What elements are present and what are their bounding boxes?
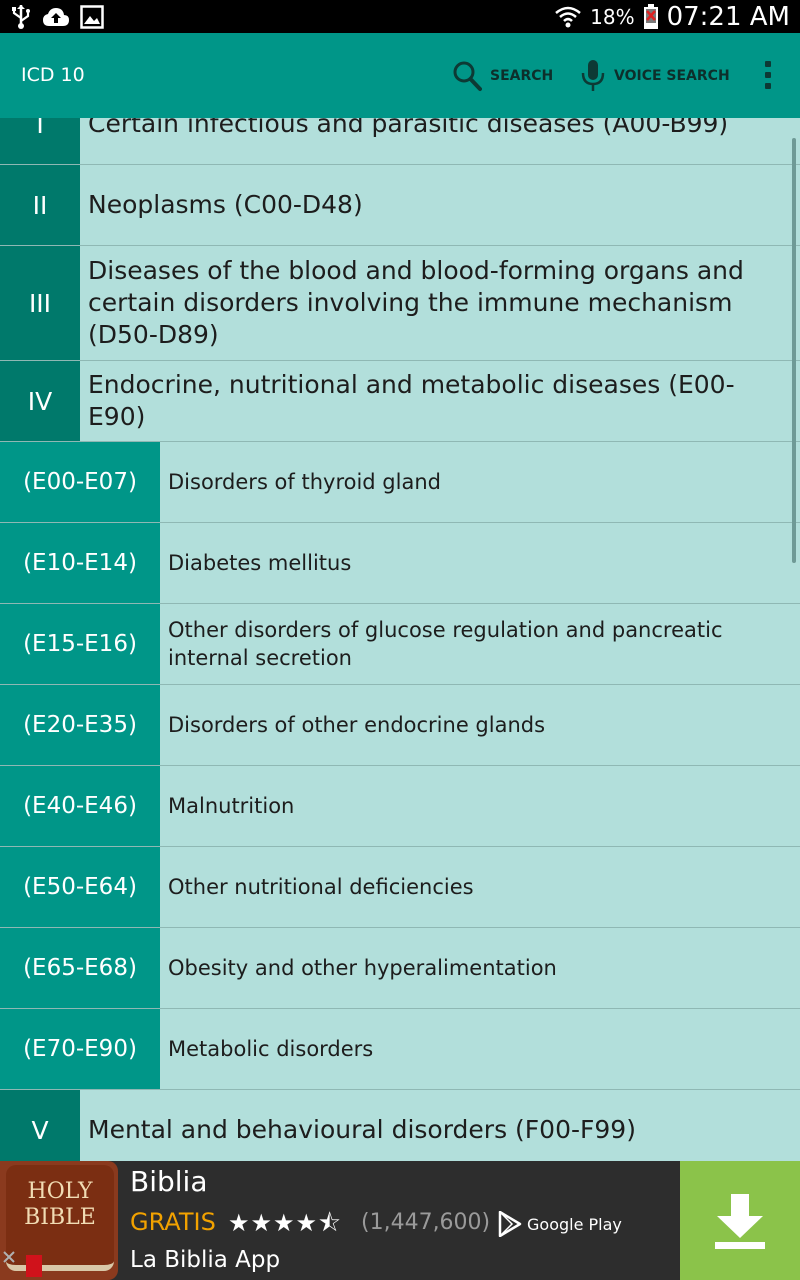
ad-app-icon[interactable]: HOLY BIBLE xyxy=(0,1161,118,1280)
chapter-row[interactable]: II Neoplasms (C00-D48) xyxy=(0,165,800,246)
google-play-icon xyxy=(498,1211,522,1237)
block-row[interactable]: (E65-E68) Obesity and other hyperalimenta… xyxy=(0,928,800,1009)
ad-app-name[interactable]: Biblia xyxy=(130,1165,207,1198)
cloud-upload-icon xyxy=(43,8,69,26)
download-icon xyxy=(715,1193,765,1249)
status-bar: 18% 07:21 AM xyxy=(0,0,800,33)
block-title: Disorders of other endocrine glands xyxy=(168,713,546,737)
block-title: Disorders of thyroid gland xyxy=(168,470,441,494)
block-code-range: (E15-E16) xyxy=(0,604,160,684)
block-code-range: (E50-E64) xyxy=(0,847,160,927)
block-row[interactable]: (E00-E07) Disorders of thyroid gland xyxy=(0,442,800,523)
chapter-title: Diseases of the blood and blood-forming … xyxy=(88,256,744,349)
block-title: Diabetes mellitus xyxy=(168,551,352,575)
block-code-range: (E00-E07) xyxy=(0,442,160,522)
wifi-icon xyxy=(555,6,581,27)
block-row[interactable]: (E15-E16) Other disorders of glucose regu… xyxy=(0,604,800,685)
block-code-range: (E40-E46) xyxy=(0,766,160,846)
bookmark-ribbon-icon xyxy=(26,1255,42,1277)
chapter-row[interactable]: I Certain infectious and parasitic diseas… xyxy=(0,118,800,165)
bible-book-icon: HOLY BIBLE xyxy=(6,1165,114,1277)
ad-download-button[interactable] xyxy=(680,1161,800,1280)
overflow-menu-icon[interactable] xyxy=(756,61,780,91)
chapter-title: Neoplasms (C00-D48) xyxy=(88,190,363,219)
block-row[interactable]: (E70-E90) Metabolic disorders xyxy=(0,1009,800,1090)
chapter-title: Certain infectious and parasitic disease… xyxy=(88,118,729,138)
battery-icon xyxy=(643,3,658,29)
block-title: Malnutrition xyxy=(168,794,295,818)
rating-stars-icon: ★★★★⯪ xyxy=(228,1209,342,1237)
block-code-range: (E20-E35) xyxy=(0,685,160,765)
block-row[interactable]: (E50-E64) Other nutritional deficiencies xyxy=(0,847,800,928)
block-title: Metabolic disorders xyxy=(168,1037,374,1061)
block-row[interactable]: (E10-E14) Diabetes mellitus xyxy=(0,523,800,604)
chapter-number: II xyxy=(0,165,80,245)
battery-percent: 18% xyxy=(590,4,635,29)
chapter-title: Endocrine, nutritional and metabolic dis… xyxy=(88,370,735,431)
ad-subtitle: La Biblia App xyxy=(130,1247,281,1273)
ad-price: GRATIS xyxy=(130,1208,216,1236)
microphone-icon xyxy=(581,59,605,91)
image-icon xyxy=(80,5,104,29)
chapter-number: III xyxy=(0,246,80,360)
chapter-title: Mental and behavioural disorders (F00-F9… xyxy=(88,1115,636,1144)
app-title: ICD 10 xyxy=(21,64,85,86)
icon-text-line2: BIBLE xyxy=(24,1205,96,1230)
block-title: Other nutritional deficiencies xyxy=(168,875,474,899)
voice-search-label: VOICE SEARCH xyxy=(614,67,730,84)
chapter-number: V xyxy=(0,1090,80,1161)
chapter-row[interactable]: V Mental and behavioural disorders (F00-F… xyxy=(0,1090,800,1161)
store-name: Google Play xyxy=(527,1214,622,1234)
google-play-badge: Google Play xyxy=(498,1211,622,1237)
ad-banner[interactable]: HOLY BIBLE Biblia GRATIS ★★★★⯪ (1,447,60… xyxy=(0,1161,800,1280)
list-scrollbar[interactable] xyxy=(792,138,796,563)
chapter-number: I xyxy=(0,118,80,164)
chapter-number: IV xyxy=(0,361,80,441)
search-icon xyxy=(453,61,482,91)
block-title: Obesity and other hyperalimentation xyxy=(168,956,557,980)
block-row[interactable]: (E40-E46) Malnutrition xyxy=(0,766,800,847)
block-code-range: (E65-E68) xyxy=(0,928,160,1008)
chapter-row[interactable]: IV Endocrine, nutritional and metabolic d… xyxy=(0,361,800,442)
app-bar: ICD 10 SEARCH VOICE SEARCH xyxy=(0,33,800,118)
search-button[interactable]: SEARCH xyxy=(452,33,553,118)
usb-icon xyxy=(12,5,30,29)
search-label: SEARCH xyxy=(490,67,554,84)
block-title: Other disorders of glucose regulation an… xyxy=(168,618,723,670)
icon-text-line1: HOLY xyxy=(27,1179,93,1204)
clock: 07:21 AM xyxy=(666,1,790,32)
block-code-range: (E10-E14) xyxy=(0,523,160,603)
block-row[interactable]: (E20-E35) Disorders of other endocrine gl… xyxy=(0,685,800,766)
ad-close-icon[interactable] xyxy=(2,1250,16,1264)
chapter-row[interactable]: III Diseases of the blood and blood-formi… xyxy=(0,246,800,361)
rating-count: (1,447,600) xyxy=(361,1210,491,1235)
voice-search-button[interactable]: VOICE SEARCH xyxy=(580,33,730,118)
block-code-range: (E70-E90) xyxy=(0,1009,160,1089)
icd-chapter-list[interactable]: I Certain infectious and parasitic diseas… xyxy=(0,118,800,1161)
